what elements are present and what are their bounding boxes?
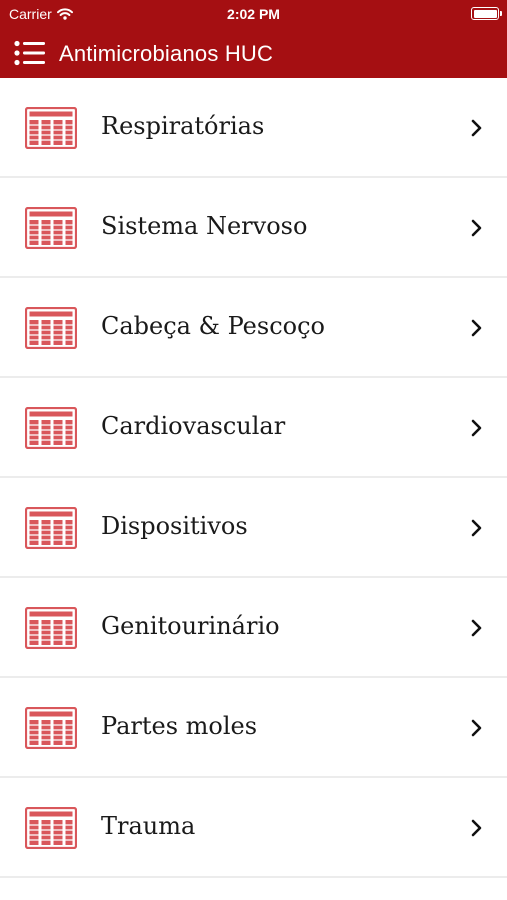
status-time: 2:02 PM	[227, 6, 280, 22]
battery-icon	[471, 7, 502, 20]
chevron-right-icon	[471, 319, 482, 337]
list-item[interactable]: Dispositivos	[0, 478, 507, 578]
app-header: Carrier 2:02 PM Antimicrobianos HUC	[0, 0, 507, 78]
list-item-label: Genitourinário	[101, 612, 280, 640]
chevron-right-icon	[471, 819, 482, 837]
menu-button[interactable]	[14, 40, 46, 66]
list-item[interactable]: Cardiovascular	[0, 378, 507, 478]
list-item-label: Sistema Nervoso	[101, 212, 308, 240]
chevron-right-icon	[471, 719, 482, 737]
list-item-label: Cabeça & Pescoço	[101, 312, 325, 340]
list-item-label: Cardiovascular	[101, 412, 286, 440]
table-document-icon	[25, 707, 77, 749]
list-item[interactable]: Cabeça & Pescoço	[0, 278, 507, 378]
list-item[interactable]: Partes moles	[0, 678, 507, 778]
list-item-label: Dispositivos	[101, 512, 248, 540]
list-item-label: Trauma	[101, 812, 196, 840]
list-item[interactable]: Sistema Nervoso	[0, 178, 507, 278]
chevron-right-icon	[471, 119, 482, 137]
chevron-right-icon	[471, 619, 482, 637]
table-document-icon	[25, 307, 77, 349]
table-document-icon	[25, 207, 77, 249]
status-bar: Carrier 2:02 PM	[0, 0, 507, 28]
chevron-right-icon	[471, 219, 482, 237]
table-document-icon	[25, 607, 77, 649]
chevron-right-icon	[471, 419, 482, 437]
list-item-label: Partes moles	[101, 712, 258, 740]
table-document-icon	[25, 507, 77, 549]
list-item-label: Respiratórias	[101, 112, 265, 140]
list-item[interactable]: Trauma	[0, 778, 507, 878]
list-menu-icon	[14, 40, 45, 66]
table-document-icon	[25, 107, 77, 149]
table-document-icon	[25, 807, 77, 849]
table-document-icon	[25, 407, 77, 449]
list-item[interactable]: Respiratórias	[0, 78, 507, 178]
navigation-bar: Antimicrobianos HUC	[0, 30, 507, 76]
page-title: Antimicrobianos HUC	[59, 41, 274, 66]
battery-fill	[473, 9, 497, 18]
chevron-right-icon	[471, 519, 482, 537]
list-item[interactable]: Genitourinário	[0, 578, 507, 678]
category-list: Respiratórias Sistema Nervoso Cabeça & P…	[0, 78, 507, 878]
